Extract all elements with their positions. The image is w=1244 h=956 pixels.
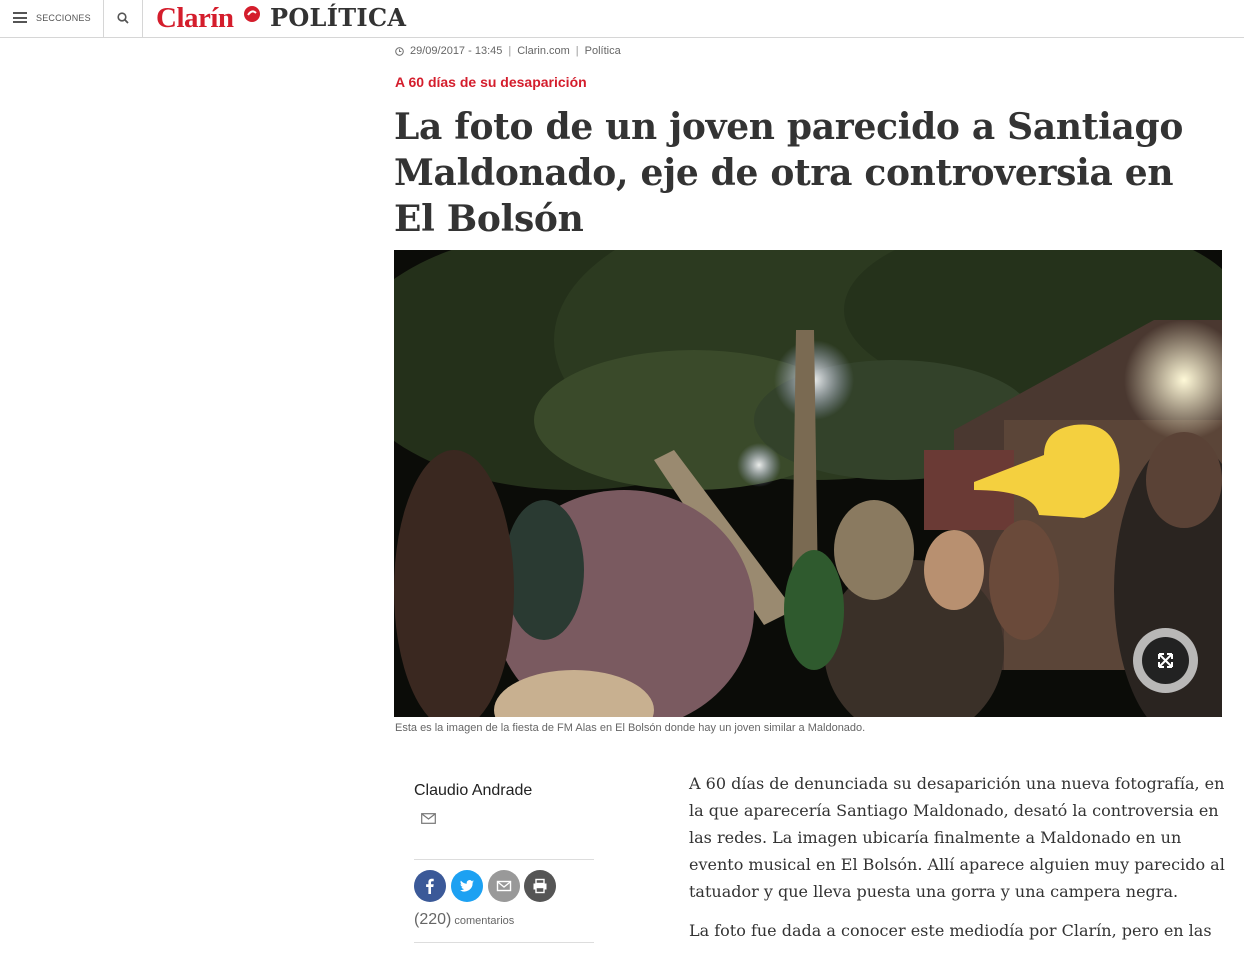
article-paragraph: A 60 días de denunciada su desaparición … [689,774,1225,901]
comments-link[interactable]: (220) comentarios [414,911,514,929]
comments-label: comentarios [454,915,515,927]
expand-icon [1158,653,1173,668]
meta-separator: | [508,45,512,57]
article-photo[interactable] [394,250,1222,717]
author-name[interactable]: Claudio Andrade [414,782,532,800]
section-title[interactable]: POLÍTICA [270,3,406,33]
source-link[interactable]: Clarin.com [517,45,570,57]
clarin-logo[interactable]: Clarín [156,2,234,34]
article-kicker: A 60 días de su desaparición [395,74,587,90]
meta-separator: | [575,45,579,57]
divider [414,942,594,943]
search-icon [117,12,129,24]
expand-image-button[interactable] [1133,628,1198,693]
article-body: A 60 días de denunciada su desaparición … [689,770,1234,956]
hamburger-icon [13,12,27,23]
print-icon [533,878,547,894]
clock-icon [395,46,404,56]
share-twitter-button[interactable] [451,870,483,902]
comments-count: (220) [414,911,452,928]
sections-menu-button[interactable]: SECCIONES [0,0,104,37]
logo-mark-icon [244,6,260,22]
email-icon [496,880,512,892]
print-button[interactable] [524,870,556,902]
publish-date: 29/09/2017 - 13:45 [410,45,503,57]
article-meta: 29/09/2017 - 13:45 | Clarin.com | Políti… [395,45,621,57]
section-link[interactable]: Política [585,45,621,57]
search-button[interactable] [104,0,143,37]
divider [414,859,594,860]
share-email-button[interactable] [488,870,520,902]
article-paragraph: La foto fue dada a conocer este mediodía… [689,921,1212,940]
twitter-icon [460,880,474,892]
party-photo-illustration [394,250,1222,717]
top-navigation-bar: SECCIONES Clarín POLÍTICA [0,0,1244,38]
photo-caption: Esta es la imagen de la fiesta de FM Ala… [395,722,866,734]
sections-menu-label: SECCIONES [36,13,91,23]
facebook-icon [426,878,434,894]
share-facebook-button[interactable] [414,870,446,902]
author-email-icon[interactable] [421,813,436,824]
article-headline: La foto de un joven parecido a Santiago … [394,106,1184,240]
